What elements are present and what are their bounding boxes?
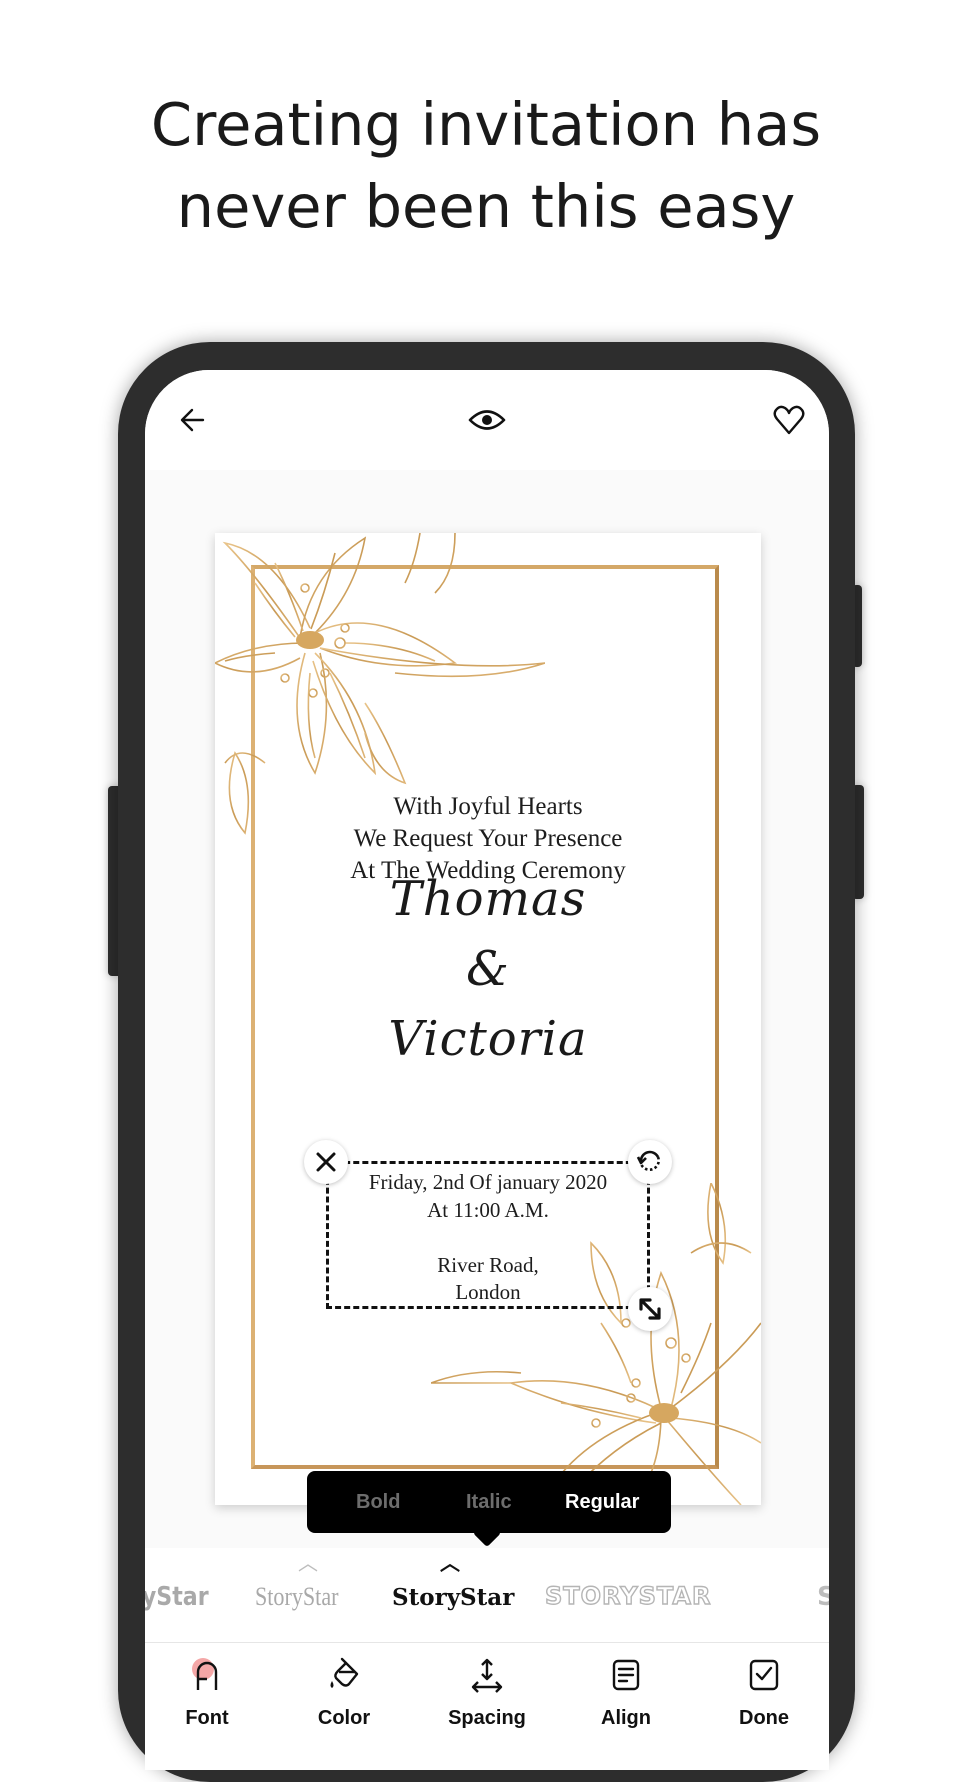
details-line-2: At 11:00 A.M. [427, 1197, 549, 1222]
details-line-5: London [455, 1280, 521, 1304]
tool-done-label: Done [739, 1707, 789, 1729]
details-line-4: River Road, [437, 1252, 539, 1277]
font-icon [192, 1658, 218, 1690]
headline-line-2: never been this easy [176, 172, 796, 241]
style-option-italic[interactable]: Italic [466, 1471, 512, 1533]
tool-font[interactable]: Font [147, 1643, 267, 1743]
font-option[interactable]: ︿ StoryStar [253, 1548, 363, 1642]
style-option-regular[interactable]: Regular [565, 1471, 639, 1533]
editor-bottom-toolbar: Font Color Spacing Align Done [145, 1643, 829, 1770]
headline: Creating invitation has never been this … [0, 84, 972, 248]
font-style-popup: Bold Italic Regular [307, 1471, 671, 1548]
check-square-icon [749, 1659, 779, 1691]
invitation-card[interactable]: With Joyful Hearts We Request Your Prese… [215, 533, 761, 1505]
bride-name[interactable]: Victoria [215, 1011, 761, 1067]
eye-icon[interactable] [467, 402, 507, 438]
groom-name[interactable]: Thomas [215, 871, 761, 927]
font-carousel[interactable]: ryStar ︿ StoryStar ︿ StoryStar STORYSTAR… [145, 1548, 829, 1643]
paint-bucket-icon [330, 1657, 359, 1688]
font-option-selected[interactable]: ︿ StoryStar [390, 1548, 514, 1642]
details-line-1: Friday, 2nd Of january 2020 [368, 1170, 608, 1194]
intro-line-1: With Joyful Hearts [393, 793, 583, 820]
tool-align-label: Align [601, 1707, 651, 1729]
details-line-3 [215, 1224, 761, 1252]
ampersand[interactable]: & [215, 941, 761, 997]
tool-spacing[interactable]: Spacing [427, 1643, 547, 1743]
intro-line-2: We Request Your Presence [353, 825, 623, 852]
caret-up-icon: ︿ [298, 1553, 318, 1575]
resize-icon [639, 1298, 661, 1320]
phone-screen: With Joyful Hearts We Request Your Prese… [145, 370, 829, 1770]
style-option-bold[interactable]: Bold [356, 1471, 400, 1533]
tool-color-label: Color [317, 1707, 371, 1729]
caret-up-icon: ︿ [440, 1553, 460, 1575]
headline-line-1: Creating invitation has [150, 90, 822, 159]
spacing-icon [471, 1658, 503, 1693]
event-details-text[interactable]: Friday, 2nd Of january 2020 At 11:00 A.M… [215, 1169, 761, 1307]
tool-color[interactable]: Color [284, 1643, 404, 1743]
back-arrow-icon[interactable] [175, 402, 211, 438]
close-icon [316, 1152, 336, 1172]
tool-done[interactable]: Done [704, 1643, 824, 1743]
resize-text-button[interactable] [628, 1287, 672, 1331]
tool-font-label: Font [185, 1707, 229, 1729]
rotate-icon [636, 1150, 660, 1171]
align-icon [612, 1659, 640, 1691]
heart-icon[interactable] [771, 402, 807, 438]
rotate-text-button[interactable] [628, 1140, 672, 1184]
tool-align[interactable]: Align [566, 1643, 686, 1743]
editor-topbar [145, 370, 829, 470]
delete-text-button[interactable] [304, 1140, 348, 1184]
tool-spacing-label: Spacing [448, 1707, 526, 1729]
